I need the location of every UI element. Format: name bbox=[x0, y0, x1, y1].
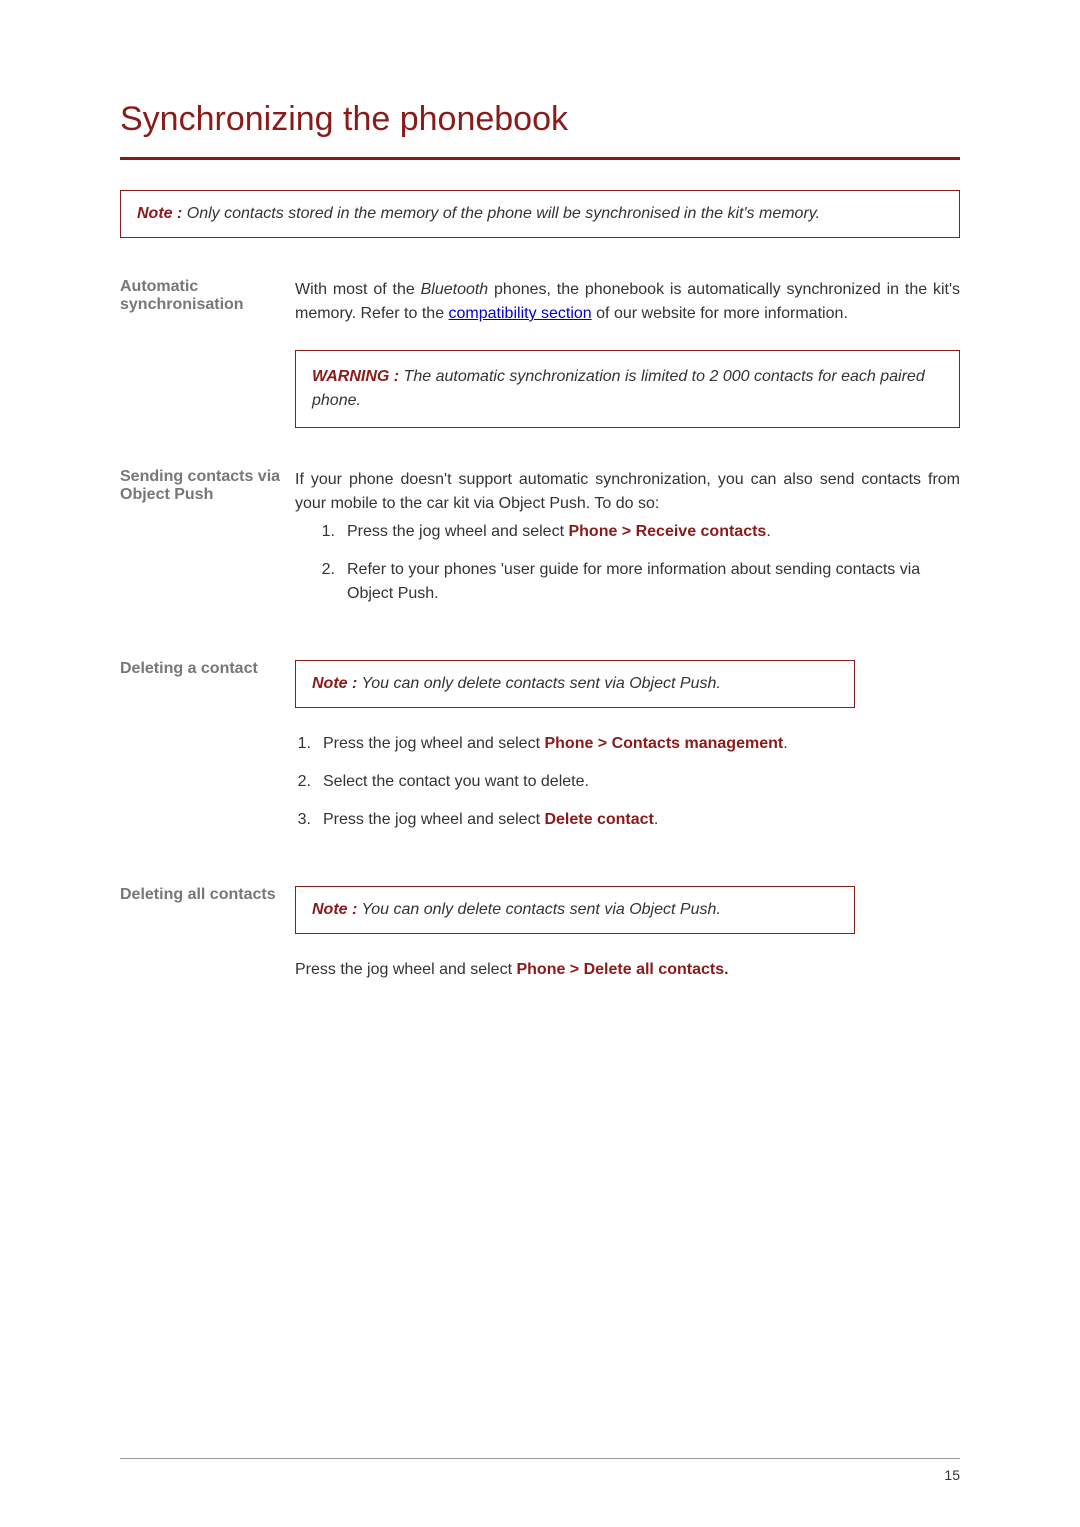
title-divider bbox=[120, 157, 960, 160]
note-label: Note : bbox=[312, 901, 357, 918]
list-item: 1. Press the jog wheel and select Phone … bbox=[295, 520, 960, 544]
list-number: 2. bbox=[295, 770, 323, 794]
note-text: Only contacts stored in the memory of th… bbox=[182, 205, 820, 222]
delete-one-list: 1. Press the jog wheel and select Phone … bbox=[295, 732, 960, 832]
text: Select the contact you want to delete. bbox=[323, 773, 589, 790]
list-number: 3. bbox=[295, 808, 323, 832]
top-note-box: Note : Only contacts stored in the memor… bbox=[120, 190, 960, 238]
list-item: 2. Refer to your phones 'user guide for … bbox=[295, 558, 960, 606]
note-text: You can only delete contacts sent via Ob… bbox=[357, 901, 720, 918]
menu-path: Phone > Delete all contacts. bbox=[516, 961, 728, 978]
menu-path: Phone > Receive contacts bbox=[568, 523, 766, 540]
page-title: Synchronizing the phonebook bbox=[120, 100, 960, 139]
section-automatic-sync: Automatic synchronisation With most of t… bbox=[120, 278, 960, 428]
page-number: 15 bbox=[944, 1467, 960, 1483]
text: Press the jog wheel and select bbox=[323, 735, 544, 752]
section-delete-all: Deleting all contacts Note : You can onl… bbox=[120, 886, 960, 982]
text: . bbox=[654, 811, 658, 828]
compatibility-link[interactable]: compatibility section bbox=[449, 305, 592, 322]
section-delete-contact: Deleting a contact Note : You can only d… bbox=[120, 660, 960, 846]
text: With most of the bbox=[295, 281, 421, 298]
text: Press the jog wheel and select bbox=[347, 523, 568, 540]
note-label: Note : bbox=[137, 205, 182, 222]
note-label: Note : bbox=[312, 675, 357, 692]
text: . bbox=[783, 735, 787, 752]
section-heading: Automatic synchronisation bbox=[120, 278, 295, 314]
menu-path: Phone > Contacts management bbox=[544, 735, 783, 752]
warning-text: The automatic synchronization is limited… bbox=[312, 368, 925, 409]
paragraph: With most of the Bluetooth phones, the p… bbox=[295, 278, 960, 326]
text: Refer to your phones 'user guide for mor… bbox=[347, 561, 920, 602]
section-heading: Sending contacts via Object Push bbox=[120, 468, 295, 504]
instruction: Press the jog wheel and select Phone > D… bbox=[295, 958, 960, 982]
list-item: 3. Press the jog wheel and select Delete… bbox=[295, 808, 960, 832]
bluetooth-term: Bluetooth bbox=[421, 281, 489, 298]
text: Press the jog wheel and select bbox=[295, 961, 516, 978]
section-object-push: Sending contacts via Object Push If your… bbox=[120, 468, 960, 620]
text: of our website for more information. bbox=[592, 305, 848, 322]
note-text: You can only delete contacts sent via Ob… bbox=[357, 675, 720, 692]
push-list: 1. Press the jog wheel and select Phone … bbox=[295, 520, 960, 606]
footer-divider bbox=[120, 1458, 960, 1459]
list-number: 1. bbox=[295, 520, 347, 544]
warning-box: WARNING : The automatic synchronization … bbox=[295, 350, 960, 428]
list-item: 2. Select the contact you want to delete… bbox=[295, 770, 960, 794]
list-item: 1. Press the jog wheel and select Phone … bbox=[295, 732, 960, 756]
text: . bbox=[766, 523, 770, 540]
paragraph: If your phone doesn't support automatic … bbox=[295, 468, 960, 516]
list-number: 1. bbox=[295, 732, 323, 756]
section-heading: Deleting all contacts bbox=[120, 886, 295, 904]
note-box: Note : You can only delete contacts sent… bbox=[295, 660, 855, 708]
section-heading: Deleting a contact bbox=[120, 660, 295, 678]
warning-label: WARNING : bbox=[312, 368, 399, 385]
menu-path: Delete contact bbox=[544, 811, 653, 828]
list-number: 2. bbox=[295, 558, 347, 606]
text: Press the jog wheel and select bbox=[323, 811, 544, 828]
note-box: Note : You can only delete contacts sent… bbox=[295, 886, 855, 934]
